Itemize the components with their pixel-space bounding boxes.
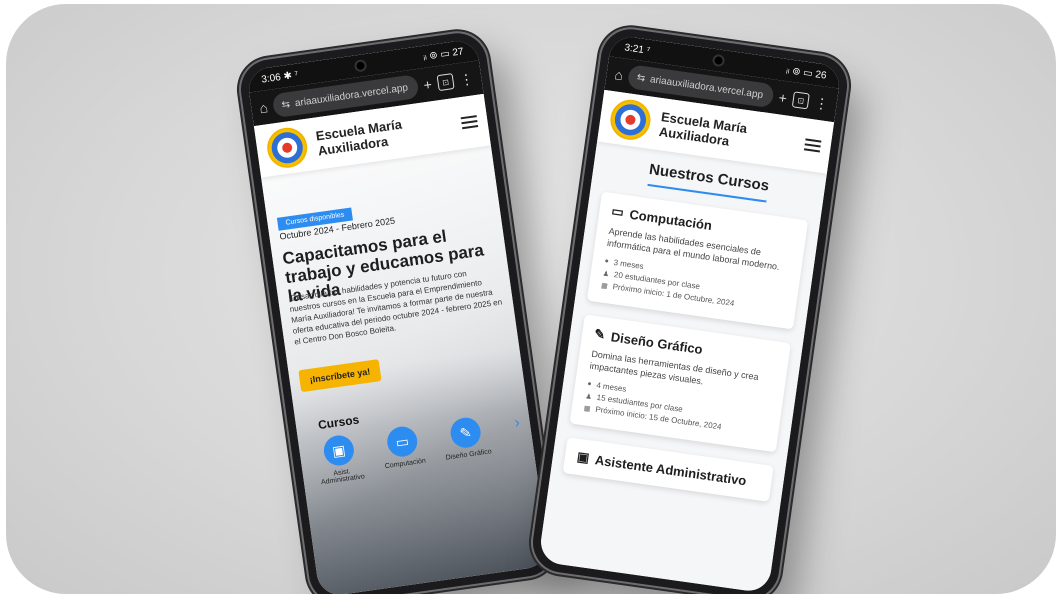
site-title: Escuela María Auxiliadora xyxy=(314,116,403,159)
camera-hole xyxy=(711,53,725,68)
course-label: Diseño Gráfico xyxy=(445,448,493,462)
new-tab-icon[interactable]: + xyxy=(423,76,433,93)
site-title: Escuela María Auxiliadora xyxy=(658,109,749,149)
course-label: Computación xyxy=(384,457,427,471)
phone-left-screen: 3:06 ✱ ⁷ ᵢₗ ⊚ ▭ 27 ⌂ ⇆ ariaauxiliadora.v… xyxy=(246,38,550,594)
card-title: ▣ Asistente Administrativo xyxy=(576,449,760,490)
camera-hole xyxy=(354,58,368,73)
users-icon: ♟ xyxy=(585,392,593,401)
carousel-next-icon[interactable]: › xyxy=(513,414,521,433)
pen-icon: ✎ xyxy=(448,415,483,450)
laptop-icon: ▭ xyxy=(610,203,625,220)
duration-text: 4 meses xyxy=(595,380,627,394)
laptop-icon: ▭ xyxy=(385,424,420,459)
more-menu-icon[interactable]: ⋮ xyxy=(813,94,830,113)
home-icon[interactable]: ⌂ xyxy=(258,99,269,116)
hamburger-menu-icon[interactable] xyxy=(803,138,822,153)
site-settings-icon[interactable]: ⇆ xyxy=(281,98,291,110)
enroll-button[interactable]: ¡Inscríbete ya! xyxy=(298,359,382,393)
phone-left: 3:06 ✱ ⁷ ᵢₗ ⊚ ▭ 27 ⌂ ⇆ ariaauxiliadora.v… xyxy=(237,29,559,594)
school-logo[interactable] xyxy=(264,125,310,171)
school-logo[interactable] xyxy=(607,97,654,143)
duration-text: 3 meses xyxy=(613,257,645,272)
briefcase-icon: ▣ xyxy=(576,448,591,466)
status-time: 3:21 ⁷ xyxy=(623,41,651,57)
status-time: 3:06 ✱ ⁷ xyxy=(260,69,299,86)
pen-icon: ✎ xyxy=(593,325,607,343)
clock-icon: ● xyxy=(604,257,610,266)
calendar-icon: ▦ xyxy=(600,281,609,290)
url-text: ariaauxiliadora.vercel.app xyxy=(649,73,764,101)
course-card-design[interactable]: ✎ Diseño Gráfico Domina las herramientas… xyxy=(569,314,791,453)
course-item-admin[interactable]: ▣ Asist. Administrativo xyxy=(310,432,370,487)
tabs-icon[interactable]: ⊡ xyxy=(791,91,810,110)
new-tab-icon[interactable]: + xyxy=(778,89,788,106)
presentation-background: 3:06 ✱ ⁷ ᵢₗ ⊚ ▭ 27 ⌂ ⇆ ariaauxiliadora.v… xyxy=(6,4,1056,594)
phone-right-screen: 3:21 ⁷ ᵢₗ ⊚ ▭ 26 ⌂ ⇆ ariaauxiliadora.ver… xyxy=(538,34,842,594)
course-item-design[interactable]: ✎ Diseño Gráfico xyxy=(437,414,497,469)
card-title-text: Asistente Administrativo xyxy=(594,451,748,488)
status-icons: ᵢₗ ⊚ ▭ 26 xyxy=(785,64,828,82)
url-text: ariaauxiliadora.vercel.app xyxy=(294,81,409,109)
course-item-computing[interactable]: ▭ Computación xyxy=(373,423,433,478)
users-icon: ♟ xyxy=(602,270,610,278)
course-label: Asist. Administrativo xyxy=(320,468,366,487)
phone-right: 3:21 ⁷ ᵢₗ ⊚ ▭ 26 ⌂ ⇆ ariaauxiliadora.ver… xyxy=(529,25,851,594)
hamburger-menu-icon[interactable] xyxy=(460,115,479,130)
logo-emblem xyxy=(281,142,293,154)
home-icon[interactable]: ⌂ xyxy=(614,66,625,83)
clock-icon: ● xyxy=(586,380,592,388)
logo-emblem xyxy=(624,114,637,126)
courses-heading: Cursos xyxy=(317,412,361,433)
site-settings-icon[interactable]: ⇆ xyxy=(636,72,646,84)
courses-page: Nuestros Cursos ▭ Computación Aprende la… xyxy=(538,141,827,594)
more-menu-icon[interactable]: ⋮ xyxy=(458,70,474,89)
course-card-computing[interactable]: ▭ Computación Aprende las habilidades es… xyxy=(586,191,809,330)
tabs-icon[interactable]: ⊡ xyxy=(436,73,455,92)
hero-section: Cursos disponibles Octubre 2024 - Febrer… xyxy=(261,145,550,594)
briefcase-icon: ▣ xyxy=(321,433,356,468)
calendar-icon: ▦ xyxy=(583,404,591,413)
status-icons: ᵢₗ ⊚ ▭ 27 xyxy=(422,45,465,63)
